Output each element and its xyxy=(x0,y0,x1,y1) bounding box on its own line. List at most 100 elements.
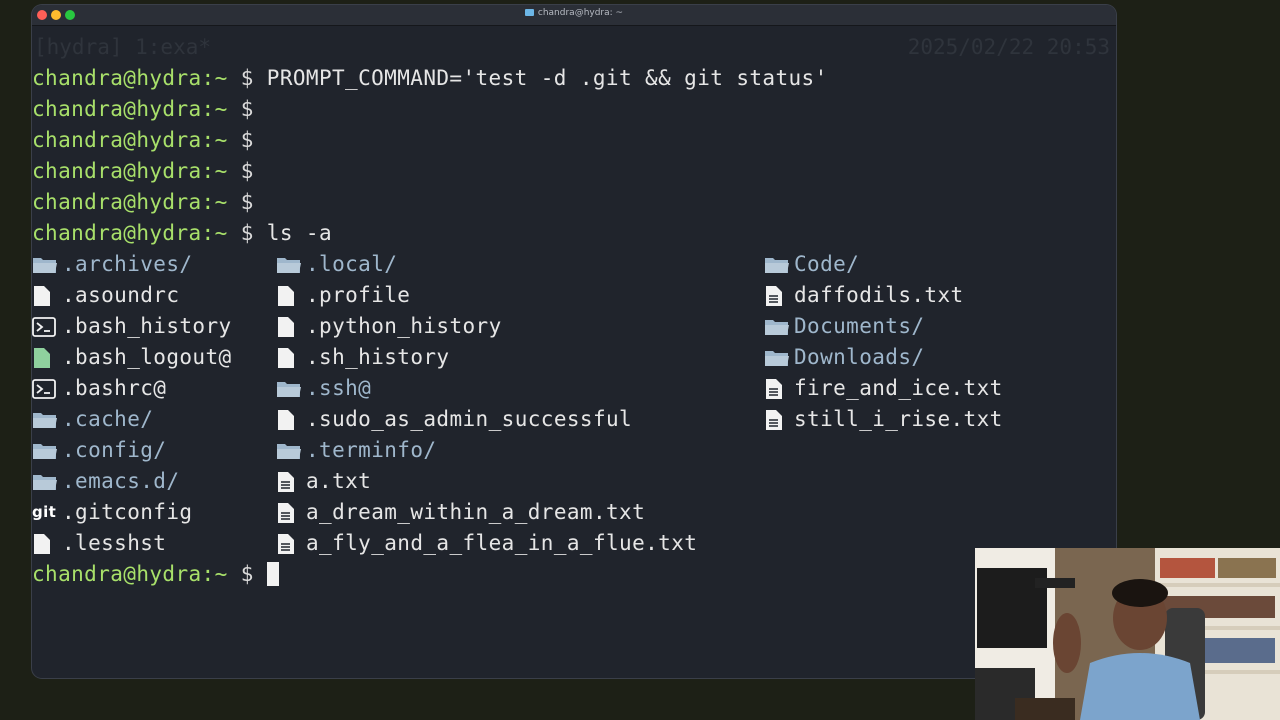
prompt-symbol: $ xyxy=(240,221,254,245)
entry-name: .local/ xyxy=(306,252,398,276)
folder-icon xyxy=(764,249,794,280)
file-icon xyxy=(32,342,62,373)
entry-name: Code/ xyxy=(794,252,860,276)
listing-entry: .python_history xyxy=(276,311,502,342)
entry-name: .asoundrc xyxy=(62,283,180,307)
listing-entry: .ssh@ xyxy=(276,373,371,404)
text-cursor[interactable] xyxy=(266,562,279,586)
prompt: chandra@hydra:~ xyxy=(32,128,228,152)
webcam-video xyxy=(975,548,1280,720)
prompt: chandra@hydra:~ xyxy=(32,159,228,183)
listing-entry: .bash_logout@ xyxy=(32,342,232,373)
file-icon xyxy=(276,342,306,373)
tmux-session-status: [hydra] 1:exa* xyxy=(34,35,212,59)
listing-entry: .config/ xyxy=(32,435,166,466)
folder-icon xyxy=(276,373,306,404)
entry-name: fire_and_ice.txt xyxy=(794,376,1003,400)
webcam-overlay xyxy=(975,548,1280,720)
text-file-icon xyxy=(276,466,306,497)
entry-name: .bash_logout@ xyxy=(62,345,232,369)
entry-name: a_dream_within_a_dream.txt xyxy=(306,500,646,524)
folder-icon xyxy=(524,9,534,16)
listing-entry: .emacs.d/ xyxy=(32,466,179,497)
entry-name: a.txt xyxy=(306,469,372,493)
git-icon-label: git xyxy=(32,503,57,521)
listing-entry: .sh_history xyxy=(276,342,449,373)
prompt-symbol: $ xyxy=(240,97,254,121)
prompt: chandra@hydra:~ xyxy=(32,66,228,90)
command-line: chandra@hydra:~ $ xyxy=(32,94,267,125)
listing-entry: a_dream_within_a_dream.txt xyxy=(276,497,645,528)
listing-entry: .archives/ xyxy=(32,249,192,280)
folder-icon xyxy=(276,435,306,466)
prompt: chandra@hydra:~ xyxy=(32,190,228,214)
listing-entry: a.txt xyxy=(276,466,371,497)
git-icon: git xyxy=(32,497,62,528)
tmux-clock: 2025/02/22 20:53 xyxy=(907,35,1110,59)
folder-icon xyxy=(32,466,62,497)
listing-entry: .bash_history xyxy=(32,311,232,342)
listing-entry: .lesshst xyxy=(32,528,166,559)
terminal-icon xyxy=(32,373,62,404)
entry-name: .ssh@ xyxy=(306,376,372,400)
command-line: chandra@hydra:~ $ xyxy=(32,156,267,187)
command-line: chandra@hydra:~ $ xyxy=(32,125,267,156)
prompt-symbol: $ xyxy=(240,66,254,90)
title-bar[interactable]: chandra@hydra: ~ xyxy=(32,5,1116,26)
file-icon xyxy=(276,311,306,342)
text-file-icon xyxy=(276,497,306,528)
folder-icon xyxy=(764,342,794,373)
listing-entry: Code/ xyxy=(764,249,859,280)
folder-icon xyxy=(32,249,62,280)
command-text: ls -a xyxy=(266,221,333,245)
entry-name: a_fly_and_a_flea_in_a_flue.txt xyxy=(306,531,698,555)
file-icon xyxy=(276,280,306,311)
file-icon xyxy=(276,404,306,435)
entry-name: .terminfo/ xyxy=(306,438,437,462)
prompt-symbol: $ xyxy=(240,562,254,586)
command-text: PROMPT_COMMAND='test -d .git && git stat… xyxy=(266,66,828,90)
listing-entry: fire_and_ice.txt xyxy=(764,373,1003,404)
text-file-icon xyxy=(276,528,306,559)
file-icon xyxy=(32,280,62,311)
folder-icon xyxy=(764,311,794,342)
prompt: chandra@hydra:~ xyxy=(32,562,228,586)
listing-entry: .profile xyxy=(276,280,410,311)
prompt-symbol: $ xyxy=(240,190,254,214)
terminal-icon xyxy=(32,311,62,342)
listing-entry: a_fly_and_a_flea_in_a_flue.txt xyxy=(276,528,697,559)
listing-entry: .asoundrc xyxy=(32,280,179,311)
command-line: chandra@hydra:~ $ ls -a xyxy=(32,218,332,249)
entry-name: .gitconfig xyxy=(62,500,193,524)
listing-entry: .terminfo/ xyxy=(276,435,436,466)
text-file-icon xyxy=(764,404,794,435)
terminal-window[interactable]: chandra@hydra: ~ [hydra] 1:exa* 2025/02/… xyxy=(32,5,1116,678)
entry-name: .profile xyxy=(306,283,411,307)
entry-name: .archives/ xyxy=(62,252,193,276)
prompt-symbol: $ xyxy=(240,128,254,152)
entry-name: .cache/ xyxy=(62,407,154,431)
listing-entry: still_i_rise.txt xyxy=(764,404,1003,435)
entry-name: .sudo_as_admin_successful xyxy=(306,407,633,431)
entry-name: .bashrc@ xyxy=(62,376,167,400)
prompt: chandra@hydra:~ xyxy=(32,97,228,121)
entry-name: .lesshst xyxy=(62,531,167,555)
entry-name: Documents/ xyxy=(794,314,925,338)
listing-entry: Downloads/ xyxy=(764,342,924,373)
listing-entry: daffodils.txt xyxy=(764,280,964,311)
folder-icon xyxy=(276,249,306,280)
prompt: chandra@hydra:~ xyxy=(32,221,228,245)
entry-name: still_i_rise.txt xyxy=(794,407,1003,431)
command-line: chandra@hydra:~ $ PROMPT_COMMAND='test -… xyxy=(32,63,828,94)
window-title: chandra@hydra: ~ xyxy=(537,8,624,18)
listing-entry: Documents/ xyxy=(764,311,924,342)
text-file-icon xyxy=(764,373,794,404)
folder-icon xyxy=(32,404,62,435)
active-command-line[interactable]: chandra@hydra:~ $ xyxy=(32,559,279,590)
prompt-symbol: $ xyxy=(240,159,254,183)
listing-entry: git .gitconfig xyxy=(32,497,192,528)
entry-name: .python_history xyxy=(306,314,502,338)
listing-entry: .local/ xyxy=(276,249,397,280)
file-icon xyxy=(32,528,62,559)
entry-name: .bash_history xyxy=(62,314,232,338)
